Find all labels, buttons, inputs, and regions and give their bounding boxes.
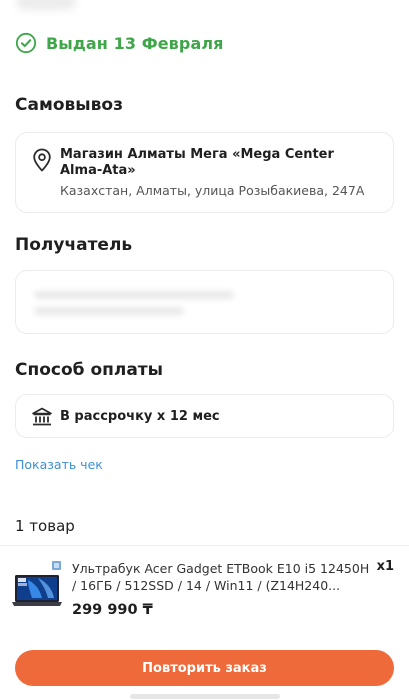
payment-method: В рассрочку х 12 мес xyxy=(60,409,220,424)
recipient-phone-redacted xyxy=(34,307,184,315)
recipient-card xyxy=(15,270,394,334)
laptop-product-image xyxy=(12,561,62,606)
recipient-section-title: Получатель xyxy=(15,235,133,255)
items-count: 1 товар xyxy=(15,517,75,535)
payment-section-title: Способ оплаты xyxy=(15,360,164,380)
pickup-section-title: Самовывоз xyxy=(15,95,123,115)
order-status-text: Выдан 13 Февраля xyxy=(46,33,224,53)
blurred-header-remnant xyxy=(16,0,76,10)
product-quantity: x1 xyxy=(376,559,394,574)
store-name: Магазин Алматы Мега «Mega Center Alma-At… xyxy=(60,147,334,178)
check-circle-icon xyxy=(15,32,37,54)
location-pin-icon xyxy=(33,148,51,172)
pickup-card: Магазин Алматы Мега «Mega Center Alma-At… xyxy=(15,132,394,213)
bank-icon xyxy=(32,407,52,426)
store-address: Казахстан, Алматы, улица Розыбакиева, 24… xyxy=(60,183,365,198)
product-price: 299 990 ₸ xyxy=(72,602,153,618)
home-indicator xyxy=(130,694,280,699)
bottom-action-bar: Повторить заказ xyxy=(0,638,409,700)
order-status: Выдан 13 Февраля xyxy=(15,31,224,55)
show-receipt-link[interactable]: Показать чек xyxy=(15,457,103,472)
product-list-item[interactable]: Ультрабук Acer Gadget ETBook E10 i5 1245… xyxy=(0,545,409,635)
payment-card: В рассрочку х 12 мес xyxy=(15,394,394,438)
recipient-name-redacted xyxy=(34,291,234,299)
product-name[interactable]: Ультрабук Acer Gadget ETBook E10 i5 1245… xyxy=(72,560,372,594)
repeat-order-button[interactable]: Повторить заказ xyxy=(15,650,394,686)
